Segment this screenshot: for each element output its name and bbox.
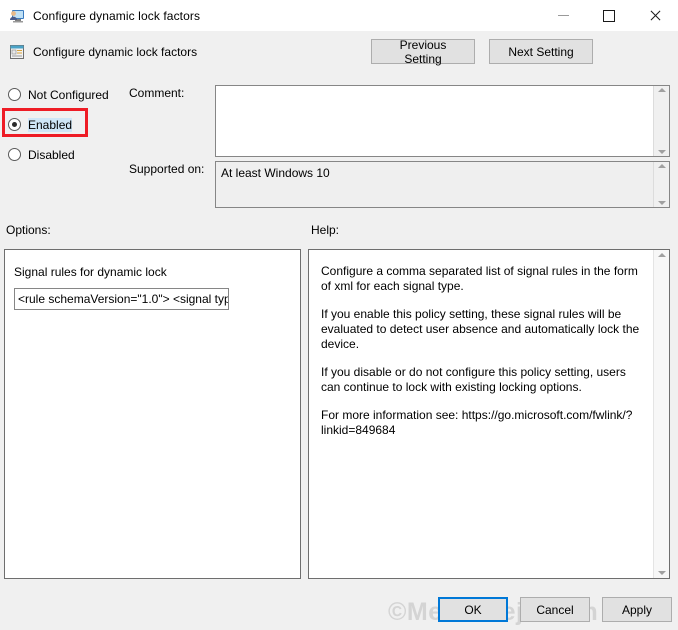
radio-disabled-icon: [8, 148, 21, 161]
scroll-up-icon[interactable]: [657, 88, 666, 92]
radio-enabled-icon: [8, 118, 21, 131]
setting-nav-buttons: Previous Setting Next Setting: [371, 38, 593, 66]
help-paragraph: If you enable this policy setting, these…: [321, 307, 640, 351]
close-icon: [649, 10, 661, 22]
supported-on-scrollbar[interactable]: [653, 162, 669, 207]
next-setting-button[interactable]: Next Setting: [489, 39, 593, 64]
scroll-down-icon[interactable]: [657, 201, 666, 205]
help-paragraph: Configure a comma separated list of sign…: [321, 264, 638, 293]
comment-scrollbar[interactable]: [653, 86, 669, 156]
scroll-down-icon[interactable]: [657, 150, 666, 154]
window-title: Configure dynamic lock factors: [33, 8, 201, 23]
ok-button[interactable]: OK: [438, 597, 508, 622]
comment-field[interactable]: [215, 85, 670, 157]
policy-setting-icon: [9, 44, 25, 60]
scroll-up-icon[interactable]: [657, 164, 666, 168]
help-label: Help:: [311, 223, 340, 237]
policy-state-radio-group: Not Configured Enabled Disabled: [8, 86, 128, 163]
radio-not-configured-label: Not Configured: [28, 87, 109, 102]
title-bar: Configure dynamic lock factors: [0, 0, 678, 31]
policy-header: Configure dynamic lock factors Previous …: [0, 31, 678, 72]
close-button[interactable]: [632, 0, 678, 31]
radio-enabled-label: Enabled: [28, 117, 73, 132]
supported-on-value: At least Windows 10: [221, 166, 330, 180]
previous-setting-button[interactable]: Previous Setting: [371, 38, 475, 66]
help-panel: Configure a comma separated list of sign…: [308, 249, 670, 579]
radio-disabled[interactable]: Disabled: [8, 146, 128, 163]
apply-button[interactable]: Apply: [602, 597, 672, 622]
options-panel: Signal rules for dynamic lock <rule sche…: [4, 249, 301, 579]
comment-label: Comment:: [129, 86, 185, 100]
signal-rules-label: Signal rules for dynamic lock: [14, 265, 167, 279]
minimize-button[interactable]: [540, 0, 586, 31]
help-panel-body: Configure a comma separated list of sign…: [309, 250, 653, 578]
dialog-buttons: OK Cancel Apply: [438, 597, 672, 622]
radio-enabled[interactable]: Enabled: [8, 116, 128, 133]
maximize-button[interactable]: [586, 0, 632, 31]
radio-not-configured[interactable]: Not Configured: [8, 86, 128, 103]
minimize-icon: [557, 15, 569, 16]
comment-input[interactable]: [216, 86, 653, 156]
supported-on-label: Supported on:: [129, 162, 205, 176]
help-paragraph: For more information see: https://go.mic…: [321, 408, 633, 437]
supported-on-field: At least Windows 10: [215, 161, 670, 208]
help-scrollbar[interactable]: [653, 250, 669, 578]
scroll-up-icon[interactable]: [657, 253, 666, 257]
window-controls: [540, 0, 678, 31]
options-panel-body: Signal rules for dynamic lock <rule sche…: [5, 250, 300, 578]
policy-name: Configure dynamic lock factors: [33, 44, 198, 59]
computer-user-icon: [9, 8, 25, 24]
radio-disabled-label: Disabled: [28, 147, 75, 162]
scroll-down-icon[interactable]: [657, 571, 666, 575]
options-label: Options:: [6, 223, 51, 237]
radio-not-configured-icon: [8, 88, 21, 101]
signal-rules-input[interactable]: <rule schemaVersion="1.0"> <signal typ: [14, 288, 229, 310]
help-paragraph: If you disable or do not configure this …: [321, 365, 626, 394]
cancel-button[interactable]: Cancel: [520, 597, 590, 622]
maximize-icon: [603, 9, 615, 22]
